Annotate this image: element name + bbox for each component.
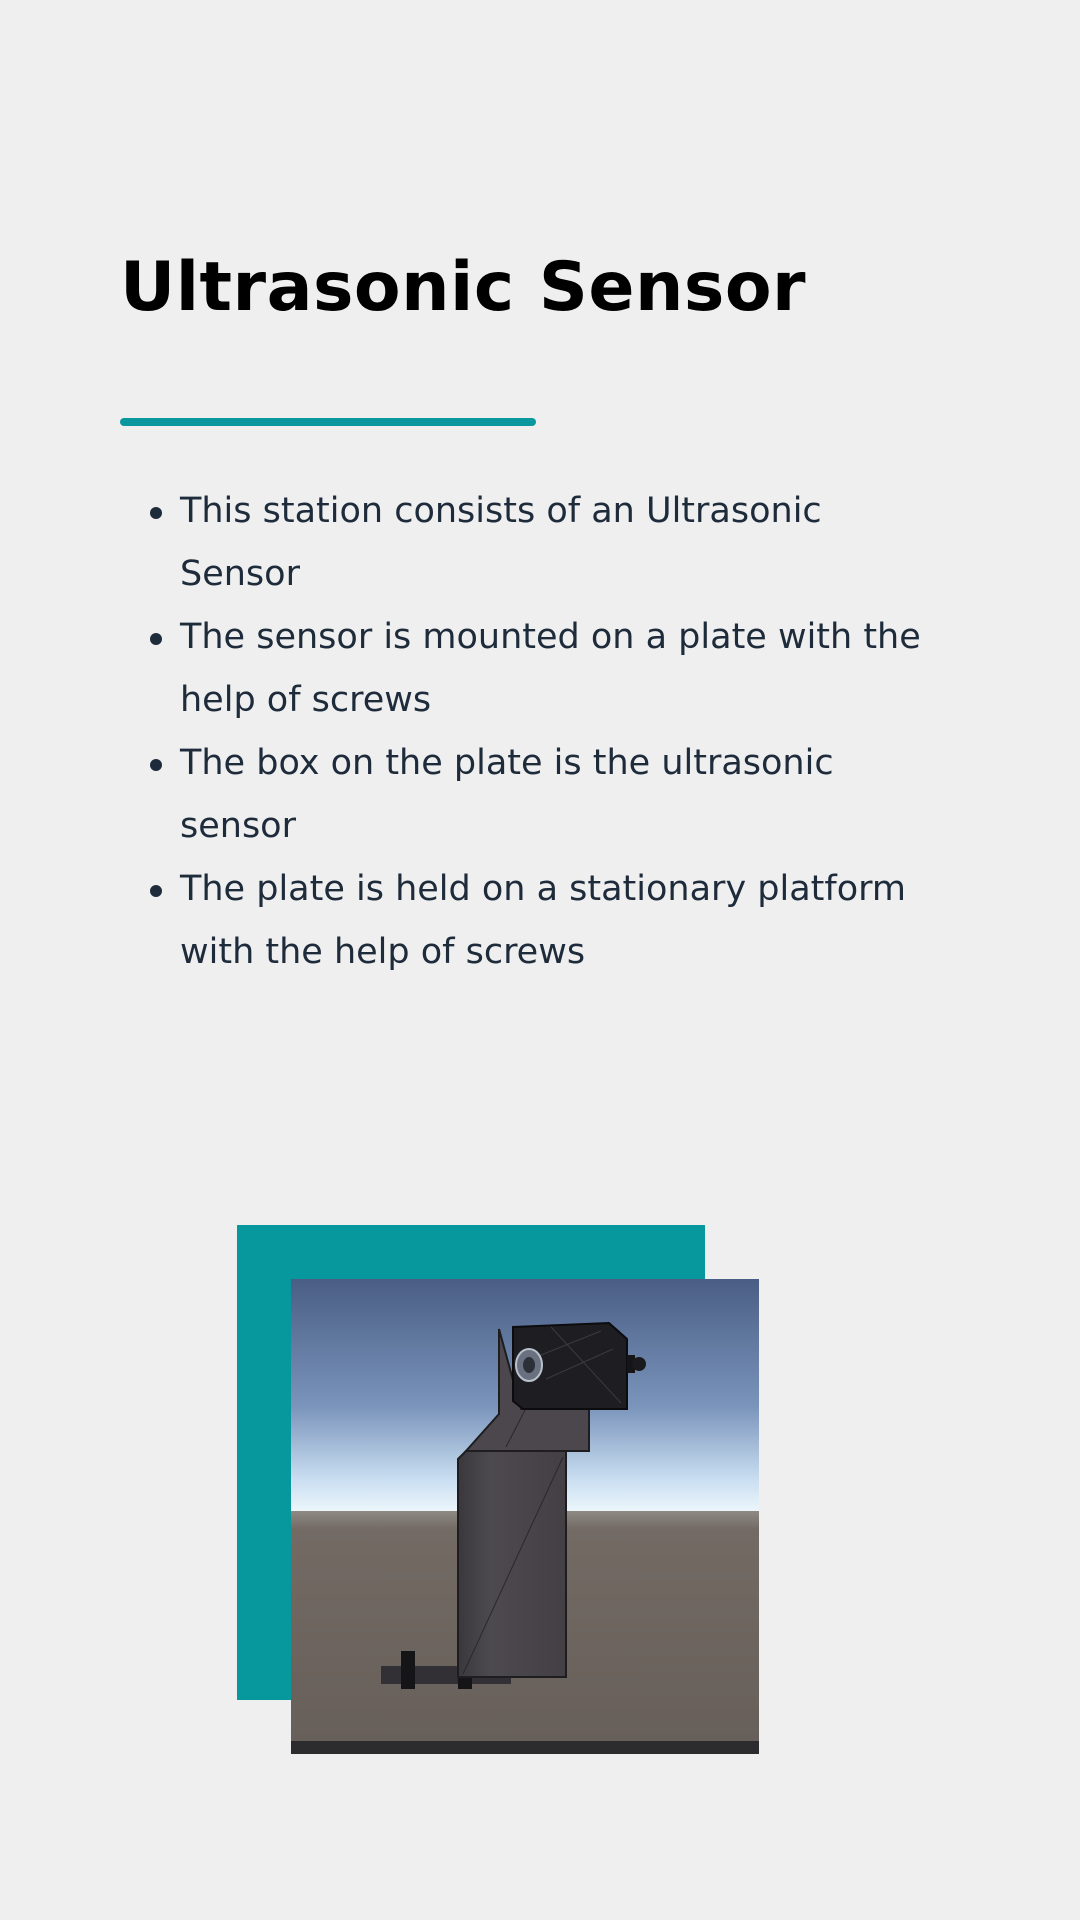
bullet-list: This station consists of an Ultrasonic S… [120,480,940,984]
bullet-dot-icon [150,759,162,771]
bullet-text: The sensor is mounted on a plate with th… [180,617,921,720]
sensor-render-image [291,1279,759,1754]
bullet-item: The plate is held on a stationary platfo… [150,858,940,984]
bullet-text: This station consists of an Ultrasonic S… [180,491,822,594]
bullet-item: This station consists of an Ultrasonic S… [150,480,940,606]
bullet-dot-icon [150,507,162,519]
bullet-text: The box on the plate is the ultrasonic s… [180,743,834,846]
bullet-item: The sensor is mounted on a plate with th… [150,606,940,732]
bullet-item: The box on the plate is the ultrasonic s… [150,732,940,858]
bullet-text: The plate is held on a stationary platfo… [180,869,906,972]
slide-title: Ultrasonic Sensor [120,248,807,327]
bullet-dot-icon [150,885,162,897]
title-underline [120,418,536,426]
bullet-dot-icon [150,633,162,645]
